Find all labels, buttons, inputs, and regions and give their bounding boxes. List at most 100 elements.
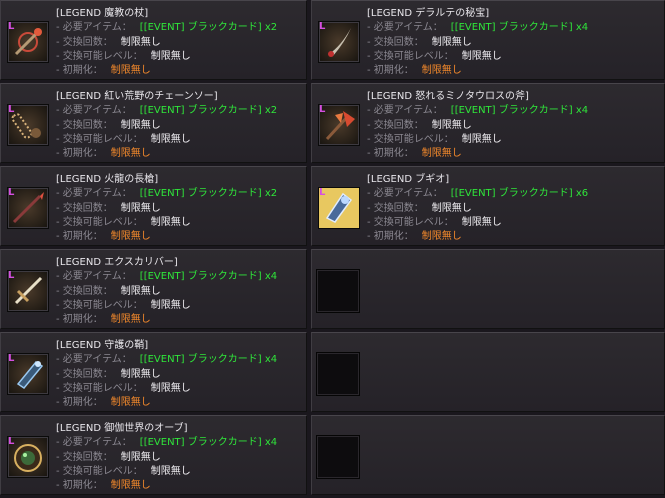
exchange-item-row[interactable]: L [LEGEND 火龍の長槍] - 必要アイテム： [[EVENT] ブラックカード… [0, 166, 307, 246]
required-item-line: - 必要アイテム： [[EVENT] ブラックカード] x6 [367, 187, 588, 201]
required-item-line: - 必要アイテム： [[EVENT] ブラックカード] x4 [56, 436, 277, 450]
level-value: 制限無し [150, 216, 191, 228]
reset-value: 制限無し [110, 480, 151, 492]
required-label: - 必要アイテム： [367, 22, 443, 34]
count-label: - 交換回数： [56, 285, 113, 297]
empty-slot-row [311, 415, 665, 495]
reset-line: - 初期化： 制限無し [56, 313, 277, 327]
level-value: 制限無し [461, 133, 502, 145]
right-column: L [LEGEND デラルテの秘宝] - 必要アイテム： [[EVENT] ブラックカ… [311, 0, 665, 498]
level-value: 制限無し [150, 382, 191, 394]
exchange-item-row[interactable]: L [LEGEND 御伽世界のオーブ] - 必要アイテム： [[EVENT] ブラック… [0, 415, 307, 495]
item-details: [LEGEND デラルテの秘宝] - 必要アイテム： [[EVENT] ブラックカー… [367, 7, 588, 78]
reset-line: - 初期化： 制限無し [56, 479, 277, 493]
level-label: - 交換可能レベル： [56, 216, 143, 228]
item-details: [LEGEND 御伽世界のオーブ] - 必要アイテム： [[EVENT] ブラックカ… [56, 422, 277, 493]
exchange-item-row[interactable]: L [LEGEND デラルテの秘宝] - 必要アイテム： [[EVENT] ブラックカ… [311, 0, 665, 80]
exchange-level-line: - 交換可能レベル： 制限無し [367, 216, 588, 230]
exchange-count-line: - 交換回数： 制限無し [56, 119, 277, 133]
exchange-count-line: - 交換回数： 制限無し [367, 202, 588, 216]
count-label: - 交換回数： [367, 202, 424, 214]
empty-item-slot [316, 435, 360, 479]
required-item-value: [[EVENT] ブラックカード] x4 [139, 437, 278, 449]
exchange-count-line: - 交換回数： 制限無し [367, 119, 588, 133]
exchange-level-line: - 交換可能レベル： 制限無し [56, 382, 277, 396]
required-label: - 必要アイテム： [56, 354, 132, 366]
required-item-value: [[EVENT] ブラックカード] x4 [450, 105, 589, 117]
reset-label: - 初期化： [56, 397, 103, 409]
required-item-line: - 必要アイテム： [[EVENT] ブラックカード] x2 [56, 187, 277, 201]
level-label: - 交換可能レベル： [56, 382, 143, 394]
count-label: - 交換回数： [56, 119, 113, 131]
item-details: [LEGEND 守護の鞘] - 必要アイテム： [[EVENT] ブラックカード] … [56, 339, 277, 410]
count-value: 制限無し [431, 202, 472, 214]
reset-label: - 初期化： [367, 65, 414, 77]
exchange-level-line: - 交換可能レベル： 制限無し [56, 299, 277, 313]
reset-line: - 初期化： 制限無し [56, 230, 277, 244]
exchange-item-row[interactable]: L [LEGEND 守護の鞘] - 必要アイテム： [[EVENT] ブラックカード]… [0, 332, 307, 412]
count-label: - 交換回数： [56, 36, 113, 48]
legend-rank-mark: L [319, 187, 326, 198]
empty-slot-row [311, 249, 665, 329]
required-label: - 必要アイテム： [56, 105, 132, 117]
exchange-level-line: - 交換可能レベル： 制限無し [56, 133, 277, 147]
item-title: [LEGEND エクスカリバー] [56, 257, 178, 268]
item-details: [LEGEND エクスカリバー] - 必要アイテム： [[EVENT] ブラックカー… [56, 256, 277, 327]
item-title: [LEGEND 魔教の杖] [56, 8, 149, 19]
required-item-line: - 必要アイテム： [[EVENT] ブラックカード] x2 [56, 104, 277, 118]
level-label: - 交換可能レベル： [56, 133, 143, 145]
count-label: - 交換回数： [367, 119, 424, 131]
exchange-count-line: - 交換回数： 制限無し [56, 451, 277, 465]
required-item-value: [[EVENT] ブラックカード] x4 [139, 354, 278, 366]
exchange-item-row[interactable]: L [LEGEND ブギオ] - 必要アイテム： [[EVENT] ブラックカード] … [311, 166, 665, 246]
level-value: 制限無し [461, 216, 502, 228]
count-value: 制限無し [120, 368, 161, 380]
legend-rank-mark: L [319, 104, 326, 115]
level-label: - 交換可能レベル： [367, 216, 454, 228]
legend-rank-mark: L [319, 21, 326, 32]
item-title: [LEGEND 火龍の長槍] [56, 174, 159, 185]
exchange-item-row[interactable]: L [LEGEND エクスカリバー] - 必要アイテム： [[EVENT] ブラックカ… [0, 249, 307, 329]
exchange-item-row[interactable]: L [LEGEND 魔教の杖] - 必要アイテム： [[EVENT] ブラックカード]… [0, 0, 307, 80]
exchange-level-line: - 交換可能レベル： 制限無し [56, 50, 277, 64]
level-label: - 交換可能レベル： [367, 133, 454, 145]
exchange-count-line: - 交換回数： 制限無し [56, 368, 277, 382]
legend-rank-mark: L [8, 104, 15, 115]
legend-rank-mark: L [8, 436, 15, 447]
count-value: 制限無し [120, 202, 161, 214]
required-item-value: [[EVENT] ブラックカード] x2 [139, 188, 278, 200]
item-details: [LEGEND ブギオ] - 必要アイテム： [[EVENT] ブラックカード] x… [367, 173, 588, 244]
required-item-value: [[EVENT] ブラックカード] x4 [139, 271, 278, 283]
level-value: 制限無し [461, 50, 502, 62]
empty-item-slot [316, 352, 360, 396]
legend-rank-mark: L [8, 21, 15, 32]
item-title: [LEGEND デラルテの秘宝] [367, 8, 490, 19]
required-item-line: - 必要アイテム： [[EVENT] ブラックカード] x4 [367, 104, 588, 118]
reset-line: - 初期化： 制限無し [56, 396, 277, 410]
count-label: - 交換回数： [56, 368, 113, 380]
legend-rank-mark: L [8, 353, 15, 364]
level-value: 制限無し [150, 465, 191, 477]
count-label: - 交換回数： [367, 36, 424, 48]
reset-line: - 初期化： 制限無し [56, 64, 277, 78]
exchange-count-line: - 交換回数： 制限無し [56, 285, 277, 299]
left-column: L [LEGEND 魔教の杖] - 必要アイテム： [[EVENT] ブラックカード]… [0, 0, 307, 498]
item-title: [LEGEND ブギオ] [367, 174, 450, 185]
item-title: [LEGEND 守護の鞘] [56, 340, 149, 351]
item-details: [LEGEND 魔教の杖] - 必要アイテム： [[EVENT] ブラックカード] … [56, 7, 277, 78]
required-item-line: - 必要アイテム： [[EVENT] ブラックカード] x4 [56, 270, 277, 284]
reset-line: - 初期化： 制限無し [367, 64, 588, 78]
required-label: - 必要アイテム： [367, 188, 443, 200]
count-value: 制限無し [120, 119, 161, 131]
exchange-item-row[interactable]: L [LEGEND 怒れるミノタウロスの斧] - 必要アイテム： [[EVENT] ブ… [311, 83, 665, 163]
count-value: 制限無し [431, 119, 472, 131]
count-label: - 交換回数： [56, 451, 113, 463]
exchange-item-row[interactable]: L [LEGEND 紅い荒野のチェーンソー] - 必要アイテム： [[EVENT] ブ… [0, 83, 307, 163]
reset-value: 制限無し [421, 148, 462, 160]
exchange-level-line: - 交換可能レベル： 制限無し [367, 133, 588, 147]
reset-line: - 初期化： 制限無し [367, 147, 588, 161]
reset-label: - 初期化： [56, 314, 103, 326]
reset-label: - 初期化： [367, 148, 414, 160]
reset-label: - 初期化： [56, 148, 103, 160]
item-details: [LEGEND 怒れるミノタウロスの斧] - 必要アイテム： [[EVENT] ブラ… [367, 90, 588, 161]
